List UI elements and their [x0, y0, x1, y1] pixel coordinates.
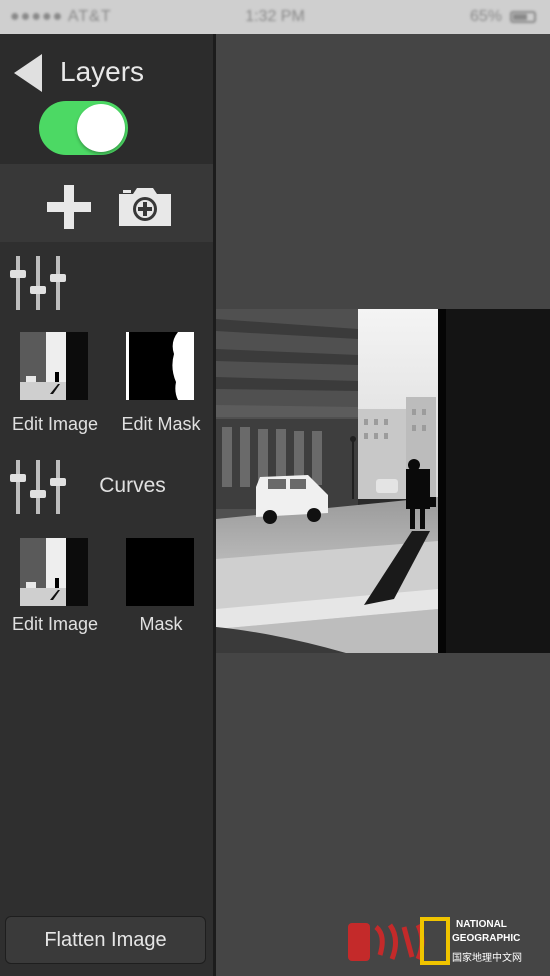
watermark-text-2: GEOGRAPHIC [452, 933, 521, 944]
add-layer-button[interactable] [44, 182, 94, 232]
edit-image-label[interactable]: Edit Image [0, 614, 110, 635]
layer-image-thumbnail[interactable] [20, 332, 88, 400]
toggle-knob [77, 104, 125, 152]
battery-icon [510, 11, 536, 23]
back-button[interactable] [10, 52, 46, 94]
plus-icon [47, 185, 91, 229]
flatten-image-button[interactable]: Flatten Image [5, 916, 206, 964]
camera-plus-icon [119, 188, 171, 226]
add-photo-button[interactable] [115, 182, 175, 232]
layer-item[interactable]: Curves Edit Image Mask [0, 454, 213, 654]
edited-photo[interactable] [216, 309, 550, 653]
page-title: Layers [60, 56, 145, 87]
status-right: 65% [470, 8, 536, 26]
watermark-text-1: NATIONAL [456, 919, 507, 930]
battery-percent: 65% [469, 8, 502, 25]
clock-text: 1:32 PM [245, 8, 305, 25]
edit-mask-label[interactable]: Edit Mask [106, 414, 216, 435]
app-window: ●●●●● AT&T 1:32 PM 65% Layers Edit Image… [0, 0, 550, 976]
status-bar: ●●●●● AT&T 1:32 PM 65% [0, 0, 550, 34]
layer-image-thumbnail[interactable] [20, 538, 88, 606]
layer-mask-thumbnail[interactable] [126, 538, 194, 606]
layer-title-curves: Curves [99, 474, 166, 497]
watermark-text-3: 国家地理中文网 [452, 953, 522, 964]
layer-toolbar [0, 164, 213, 242]
sliders-icon[interactable] [8, 458, 68, 516]
watermark-logo: NATIONAL GEOGRAPHIC 国家地理中文网 [346, 915, 546, 970]
back-arrow-icon [14, 54, 42, 92]
edit-image-label[interactable]: Edit Image [0, 414, 110, 435]
sliders-icon[interactable] [8, 254, 68, 312]
layers-toggle[interactable] [39, 101, 128, 155]
layer-mask-thumbnail[interactable] [126, 332, 194, 400]
layer-item[interactable]: Edit Image Edit Mask [0, 242, 213, 442]
mask-label[interactable]: Mask [106, 614, 216, 635]
layers-sidebar: Layers Edit Image Edit Mask Curves Edit … [0, 34, 213, 976]
layers-header: Layers [0, 34, 213, 164]
image-canvas[interactable] [216, 34, 550, 976]
